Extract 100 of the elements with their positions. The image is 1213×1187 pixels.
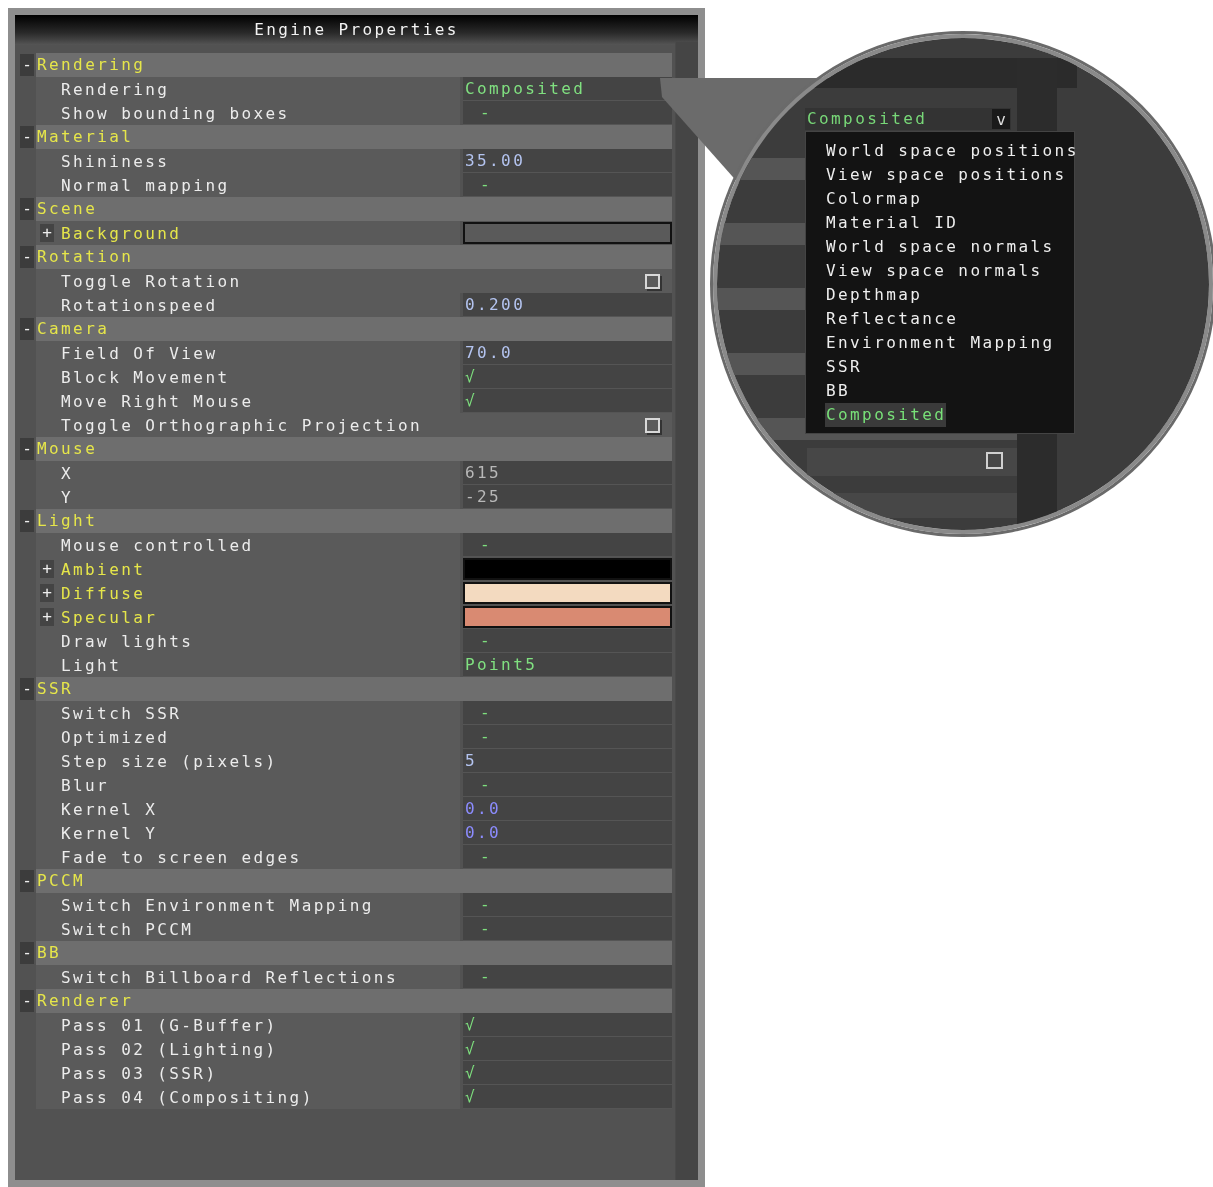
collapse-toggle[interactable]: - [20, 126, 34, 148]
group-header[interactable]: PCCM [36, 869, 672, 893]
property-label: Rendering [60, 79, 170, 99]
collapse-toggle[interactable]: - [20, 942, 34, 964]
dropdown-option[interactable]: BB [825, 379, 851, 403]
property-label: Toggle Rotation [60, 271, 242, 291]
toggle-value[interactable]: - [463, 845, 672, 869]
group-header[interactable]: Light [36, 509, 672, 533]
group-header[interactable]: Camera [36, 317, 672, 341]
toggle-value[interactable]: √ [463, 1013, 672, 1037]
checkbox[interactable] [645, 417, 660, 433]
value-field[interactable]: Composited [463, 77, 672, 101]
group-header[interactable]: Mouse [36, 437, 672, 461]
dropdown-option[interactable]: Depthmap [825, 283, 923, 307]
group-header[interactable]: BB [36, 941, 672, 965]
dropdown-option[interactable]: Material ID [825, 211, 959, 235]
property-label: Blur [60, 775, 110, 795]
property-label: Diffuse [60, 583, 146, 603]
property-label: X [60, 463, 74, 483]
dropdown-option[interactable]: Composited [825, 403, 947, 427]
color-swatch[interactable] [463, 606, 672, 628]
group-header[interactable]: Scene [36, 197, 672, 221]
collapse-toggle[interactable]: - [20, 510, 34, 532]
collapse-toggle[interactable]: - [20, 678, 34, 700]
toggle-value[interactable]: √ [463, 389, 672, 413]
dropdown-option[interactable]: View space normals [825, 259, 1043, 283]
color-swatch[interactable] [463, 582, 672, 604]
toggle-value[interactable]: - [463, 725, 672, 749]
property-label: Pass 03 (SSR) [60, 1063, 218, 1083]
property-label: Y [60, 487, 74, 507]
value-field[interactable]: 35.00 [463, 149, 672, 173]
collapse-toggle[interactable]: - [20, 990, 34, 1012]
property-label: Kernel X [60, 799, 158, 819]
property-label: Light [60, 655, 122, 675]
window-title: Engine Properties [254, 19, 459, 41]
property-label: Pass 04 (Compositing) [60, 1087, 314, 1107]
group-header[interactable]: Rendering [36, 53, 672, 77]
expand-toggle[interactable]: + [40, 584, 54, 602]
property-label: Block Movement [60, 367, 230, 387]
collapse-toggle[interactable]: - [20, 870, 34, 892]
toggle-value[interactable]: √ [463, 1061, 672, 1085]
property-label: Shininess [60, 151, 170, 171]
toggle-value[interactable]: - [463, 701, 672, 725]
property-label: Fade to screen edges [60, 847, 302, 867]
collapse-toggle[interactable]: - [20, 318, 34, 340]
collapse-toggle[interactable]: - [20, 198, 34, 220]
property-label: Mouse controlled [60, 535, 254, 555]
property-label: Kernel Y [60, 823, 158, 843]
scrollbar[interactable] [675, 42, 698, 1180]
dropdown-option[interactable]: Reflectance [825, 307, 959, 331]
property-label: Toggle Orthographic Projection [60, 415, 422, 435]
toggle-value[interactable]: - [463, 533, 672, 557]
value-field: -25 [463, 485, 672, 509]
value-field[interactable]: 0.0 [463, 821, 672, 845]
property-label: Switch Environment Mapping [60, 895, 374, 915]
collapse-toggle[interactable]: - [20, 246, 34, 268]
property-label: Pass 02 (Lighting) [60, 1039, 278, 1059]
value-field[interactable]: Point5 [463, 653, 672, 677]
value-field[interactable]: 5 [463, 749, 672, 773]
dropdown-option[interactable]: World space positions [825, 139, 1079, 163]
toggle-value[interactable]: - [463, 101, 672, 125]
color-swatch[interactable] [463, 222, 672, 244]
property-label: Move Right Mouse [60, 391, 254, 411]
property-label: Optimized [60, 727, 170, 747]
group-header[interactable]: Material [36, 125, 672, 149]
dropdown-option[interactable]: World space normals [825, 235, 1055, 259]
group-header[interactable]: Rotation [36, 245, 672, 269]
dropdown-option[interactable]: View space positions [825, 163, 1067, 187]
property-label: Show bounding boxes [60, 103, 290, 123]
group-header[interactable]: Renderer [36, 989, 672, 1013]
group-header[interactable]: SSR [36, 677, 672, 701]
collapse-toggle[interactable]: - [20, 438, 34, 460]
property-label: Switch SSR [60, 703, 182, 723]
property-label: Normal mapping [60, 175, 230, 195]
color-swatch[interactable] [463, 558, 672, 580]
checkbox[interactable] [645, 273, 660, 289]
dropdown-option[interactable]: Environment Mapping [825, 331, 1055, 355]
toggle-value[interactable]: √ [463, 1085, 672, 1109]
expand-toggle[interactable]: + [40, 560, 54, 578]
expand-toggle[interactable]: + [40, 608, 54, 626]
expand-toggle[interactable]: + [40, 224, 54, 242]
toggle-value[interactable]: √ [463, 1037, 672, 1061]
value-field: 615 [463, 461, 672, 485]
property-label: Rotationspeed [60, 295, 218, 315]
toggle-value[interactable]: - [463, 173, 672, 197]
collapse-toggle[interactable]: - [20, 54, 34, 76]
dropdown-option[interactable]: Colormap [825, 187, 923, 211]
property-label: Field Of View [60, 343, 218, 363]
toggle-value[interactable]: - [463, 965, 672, 989]
value-field[interactable]: 70.0 [463, 341, 672, 365]
value-field[interactable]: 0.0 [463, 797, 672, 821]
toggle-value[interactable]: - [463, 629, 672, 653]
toggle-value[interactable]: - [463, 893, 672, 917]
property-label: Ambient [60, 559, 146, 579]
dropdown-option[interactable]: SSR [825, 355, 863, 379]
toggle-value[interactable]: - [463, 917, 672, 941]
render-mode-dropdown[interactable]: Composited v [805, 108, 1011, 130]
toggle-value[interactable]: - [463, 773, 672, 797]
toggle-value[interactable]: √ [463, 365, 672, 389]
value-field[interactable]: 0.200 [463, 293, 672, 317]
